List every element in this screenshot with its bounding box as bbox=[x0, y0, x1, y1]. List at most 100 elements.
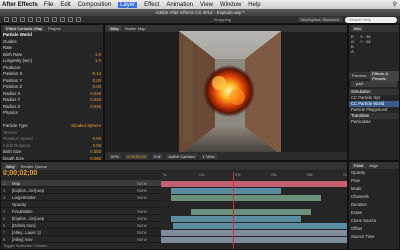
active-camera-dropdown[interactable]: Active Camera bbox=[166, 154, 197, 159]
menu-composition[interactable]: Composition bbox=[78, 2, 111, 8]
layer-name[interactable]: Opacity bbox=[12, 201, 60, 207]
layer-duration-bar[interactable] bbox=[161, 230, 347, 236]
zoom-tool-icon[interactable] bbox=[20, 17, 25, 22]
menu-edit[interactable]: Edit bbox=[60, 2, 70, 8]
toggle-switches-modes[interactable]: Toggle Switches / Modes bbox=[3, 243, 47, 248]
info-coordinates: X : 36 Y : 26 bbox=[360, 34, 370, 54]
hand-tool-icon[interactable] bbox=[12, 17, 17, 22]
tab-render-queue[interactable]: Render Queue bbox=[21, 164, 47, 169]
view-layout-dropdown[interactable]: 1 View bbox=[200, 154, 217, 159]
layer-row[interactable]: 1 Map None bbox=[1, 180, 161, 187]
tab-effect-controls[interactable]: Effect Controls: Map bbox=[4, 26, 45, 31]
layer-duration-bar[interactable] bbox=[191, 209, 311, 215]
search-help-input[interactable]: Search Help bbox=[345, 16, 397, 23]
brush-tool-icon[interactable] bbox=[76, 17, 81, 22]
effect-property-value[interactable]: 0.025 bbox=[90, 104, 101, 111]
selection-tool-icon[interactable] bbox=[4, 17, 9, 22]
layer-row[interactable]: 6 [Debris.mov] None bbox=[1, 222, 161, 229]
layer-mode-dropdown[interactable]: None bbox=[137, 215, 147, 221]
effects-search-field[interactable]: part bbox=[351, 81, 397, 87]
tab-comp-starter-map[interactable]: Starter Map bbox=[125, 26, 146, 31]
layer-number: 3 bbox=[3, 195, 6, 200]
menu-window[interactable]: Window bbox=[220, 2, 241, 8]
layer-number: 4 bbox=[3, 209, 6, 214]
timeline-tracks[interactable]: 0s02s04s06s08s10s bbox=[161, 172, 347, 249]
rotate-tool-icon[interactable] bbox=[28, 17, 33, 22]
workspace-label[interactable]: Workspace: Standard bbox=[297, 17, 342, 22]
layer-mode-dropdown[interactable]: None bbox=[137, 222, 147, 228]
tools-toolbar: Snapping Workspace: Standard Search Help bbox=[0, 16, 400, 24]
effect-property-value[interactable]: 1.0 bbox=[95, 58, 101, 65]
timecode-value: 0;00;02;00 bbox=[3, 170, 38, 177]
time-ruler[interactable]: 0s02s04s06s08s10s bbox=[161, 172, 347, 180]
layer-name[interactable]: [Alley].mov bbox=[12, 236, 60, 242]
layer-name[interactable]: [Debris.mov] bbox=[12, 222, 60, 228]
layer-name[interactable]: Map bbox=[12, 180, 60, 186]
tab-info[interactable]: Info bbox=[352, 26, 363, 31]
info-coordinate-value: Y : 26 bbox=[360, 39, 371, 44]
shape-tool-icon[interactable] bbox=[52, 17, 57, 22]
ruler-tick-label: 0s bbox=[163, 173, 167, 177]
layer-duration-bar[interactable] bbox=[161, 181, 347, 187]
layer-mode-dropdown[interactable]: None bbox=[137, 187, 147, 193]
current-time-display[interactable]: 0;00;02;00 bbox=[125, 154, 148, 159]
timeline-timecode[interactable]: 0;00;02;00 bbox=[3, 170, 37, 177]
tab-paint[interactable]: Paint bbox=[352, 163, 366, 168]
menu-file[interactable]: File bbox=[44, 2, 54, 8]
effects-preset-item[interactable]: Particulate bbox=[349, 119, 399, 125]
layer-number bbox=[3, 201, 9, 207]
layer-mode-dropdown[interactable]: None bbox=[137, 229, 147, 235]
layer-row[interactable]: 8 [Alley].mov None bbox=[1, 236, 161, 243]
layer-duration-bar[interactable] bbox=[161, 237, 347, 243]
layer-duration-bar[interactable] bbox=[173, 223, 347, 229]
menu-help[interactable]: Help bbox=[248, 2, 260, 8]
menu-bar: After Effects File Edit Composition Laye… bbox=[0, 0, 400, 9]
layer-mode-dropdown[interactable]: None bbox=[137, 194, 147, 200]
layer-row[interactable]: 5 [Explos...ion].aep None bbox=[1, 215, 161, 222]
effect-property-value[interactable]: Shaded Sphere bbox=[71, 123, 101, 130]
composition-viewer[interactable] bbox=[179, 31, 281, 155]
tab-preview[interactable]: Preview bbox=[352, 73, 366, 78]
pen-tool-icon[interactable] bbox=[60, 17, 65, 22]
menu-layer[interactable]: Layer bbox=[118, 1, 138, 8]
pan-behind-tool-icon[interactable] bbox=[44, 17, 49, 22]
layer-name[interactable]: [Explos...ion].aep bbox=[12, 215, 60, 221]
search-icon[interactable]: ⚲ bbox=[393, 1, 397, 8]
layer-row[interactable]: Opacity bbox=[1, 201, 161, 208]
layer-row[interactable]: 7 [Alley...Layer 1] None bbox=[1, 229, 161, 236]
layer-duration-bar[interactable] bbox=[171, 216, 301, 222]
layer-duration-bar[interactable] bbox=[171, 195, 321, 201]
ruler-tick-label: 06s bbox=[271, 173, 277, 177]
layer-name[interactable]: LargeSmoke bbox=[12, 194, 60, 200]
snapping-toggle[interactable]: Snapping bbox=[214, 17, 231, 22]
tab-project[interactable]: Project bbox=[48, 26, 60, 31]
camera-tool-icon[interactable] bbox=[36, 17, 41, 22]
layer-mode-dropdown[interactable]: None bbox=[137, 236, 147, 242]
layer-mode-dropdown[interactable]: None bbox=[137, 180, 147, 186]
paint-panel: Paint Align Opacity Flow Mode Channels Durat… bbox=[348, 161, 400, 250]
tab-align[interactable]: Align bbox=[369, 163, 378, 168]
layer-row[interactable]: 2 [Explos...ion].aep None bbox=[1, 187, 161, 194]
layer-row[interactable]: 4 Fire&Wake None bbox=[1, 208, 161, 215]
layer-number: 2 bbox=[3, 188, 6, 193]
layer-list: 1 Map None 2 [Explos...ion].aep None 3 LargeSmo… bbox=[1, 180, 161, 249]
layer-row[interactable]: 3 LargeSmoke None bbox=[1, 194, 161, 201]
magnification-dropdown[interactable]: 50% bbox=[109, 154, 122, 159]
menu-view[interactable]: View bbox=[200, 2, 213, 8]
resolution-dropdown[interactable]: Full bbox=[151, 154, 163, 159]
layer-name[interactable]: [Explos...ion].aep bbox=[12, 187, 60, 193]
paint-property-label: Channels bbox=[351, 194, 369, 199]
layer-name[interactable]: Fire&Wake bbox=[12, 208, 60, 214]
current-time-indicator[interactable] bbox=[233, 172, 234, 249]
layer-mode-dropdown[interactable]: None bbox=[137, 208, 147, 214]
text-tool-icon[interactable] bbox=[68, 17, 73, 22]
tab-timeline-alley[interactable]: Alley bbox=[4, 163, 17, 169]
tab-effects-presets[interactable]: Effects & Presets bbox=[370, 70, 399, 81]
menu-animation[interactable]: Animation bbox=[166, 2, 193, 8]
layer-duration-bar[interactable] bbox=[171, 188, 281, 194]
app-menu[interactable]: After Effects bbox=[2, 2, 38, 8]
layer-name[interactable]: [Alley...Layer 1] bbox=[12, 229, 60, 235]
menu-effect[interactable]: Effect bbox=[144, 2, 159, 8]
layer-number: 8 bbox=[3, 237, 6, 242]
tab-comp-alley[interactable]: Alley bbox=[108, 26, 121, 31]
